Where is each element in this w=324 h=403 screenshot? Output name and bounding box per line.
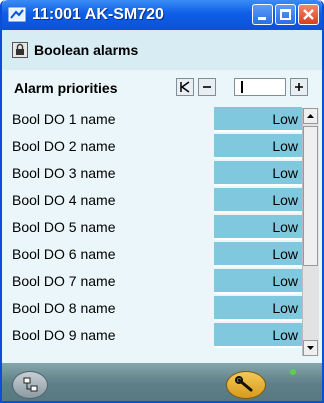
vertical-scrollbar[interactable] <box>302 108 319 356</box>
priority-value[interactable]: Low <box>214 161 302 186</box>
service-button[interactable] <box>226 371 266 399</box>
row-name: Bool DO 3 name <box>12 165 116 181</box>
next-button[interactable] <box>290 78 308 96</box>
close-icon <box>303 9 314 20</box>
page-title: Boolean alarms <box>34 42 139 58</box>
network-tree-icon <box>23 377 38 392</box>
footer-bar <box>2 363 322 401</box>
table-row[interactable]: Bool DO 5 name Low <box>2 214 302 241</box>
minimize-button[interactable] <box>252 4 273 25</box>
table-row[interactable]: Bool DO 3 name Low <box>2 160 302 187</box>
row-name: Bool DO 9 name <box>12 327 116 343</box>
previous-icon <box>203 86 211 88</box>
table-row[interactable]: Bool DO 7 name Low <box>2 268 302 295</box>
row-name: Bool DO 4 name <box>12 192 116 208</box>
priority-value[interactable]: Low <box>214 323 302 348</box>
priority-text: Low <box>272 165 298 181</box>
row-name: Bool DO 7 name <box>12 273 116 289</box>
priority-value[interactable]: Low <box>214 188 302 213</box>
table-row[interactable]: Bool DO 4 name Low <box>2 187 302 214</box>
priority-text: Low <box>272 300 298 316</box>
app-window: 11:001 AK-SM720 Boolean alarms Alarm pri… <box>0 0 324 403</box>
scroll-thumb[interactable] <box>303 126 318 266</box>
priority-text: Low <box>272 273 298 289</box>
window-title: 11:001 AK-SM720 <box>32 6 164 23</box>
alarm-list: Bool DO 1 name Low Bool DO 2 name Low Bo… <box>2 106 302 357</box>
page-field[interactable] <box>234 78 286 96</box>
page-header: Boolean alarms <box>2 30 322 70</box>
network-button[interactable] <box>12 371 48 399</box>
table-row[interactable]: Bool DO 9 name Low <box>2 322 302 349</box>
row-name: Bool DO 6 name <box>12 246 116 262</box>
priority-text: Low <box>272 192 298 208</box>
row-name: Bool DO 2 name <box>12 138 116 154</box>
first-page-icon <box>180 81 190 93</box>
priority-text: Low <box>272 246 298 262</box>
app-icon <box>8 7 26 22</box>
row-name: Bool DO 1 name <box>12 111 116 127</box>
row-name: Bool DO 8 name <box>12 300 116 316</box>
table-row[interactable]: Bool DO 8 name Low <box>2 295 302 322</box>
priority-text: Low <box>272 327 298 343</box>
previous-button[interactable] <box>198 78 216 96</box>
first-page-button[interactable] <box>176 78 194 96</box>
priority-value[interactable]: Low <box>214 269 302 294</box>
lock-icon <box>12 42 28 58</box>
priority-text: Low <box>272 219 298 235</box>
priority-value[interactable]: Low <box>214 296 302 321</box>
priority-value[interactable]: Low <box>214 107 302 132</box>
priority-text: Low <box>272 111 298 127</box>
priority-text: Low <box>272 138 298 154</box>
wrench-icon <box>235 376 253 392</box>
maximize-icon <box>280 9 291 20</box>
maximize-button[interactable] <box>275 4 296 25</box>
scroll-up-button[interactable] <box>303 108 318 124</box>
row-name: Bool DO 5 name <box>12 219 116 235</box>
column-header: Alarm priorities <box>2 70 322 106</box>
status-led <box>290 369 296 375</box>
priority-value[interactable]: Low <box>214 242 302 267</box>
table-row[interactable]: Bool DO 1 name Low <box>2 106 302 133</box>
priority-value[interactable]: Low <box>214 134 302 159</box>
priority-value[interactable]: Low <box>214 215 302 240</box>
arrow-down-icon <box>307 346 314 350</box>
title-bar[interactable]: 11:001 AK-SM720 <box>2 0 322 30</box>
close-button[interactable] <box>298 4 319 25</box>
table-row[interactable]: Bool DO 6 name Low <box>2 241 302 268</box>
scroll-down-button[interactable] <box>303 340 318 356</box>
minimize-icon <box>258 17 266 20</box>
next-icon <box>295 83 303 91</box>
column-label: Alarm priorities <box>14 80 118 96</box>
pager <box>176 78 308 98</box>
table-row[interactable]: Bool DO 2 name Low <box>2 133 302 160</box>
arrow-up-icon <box>307 114 314 118</box>
